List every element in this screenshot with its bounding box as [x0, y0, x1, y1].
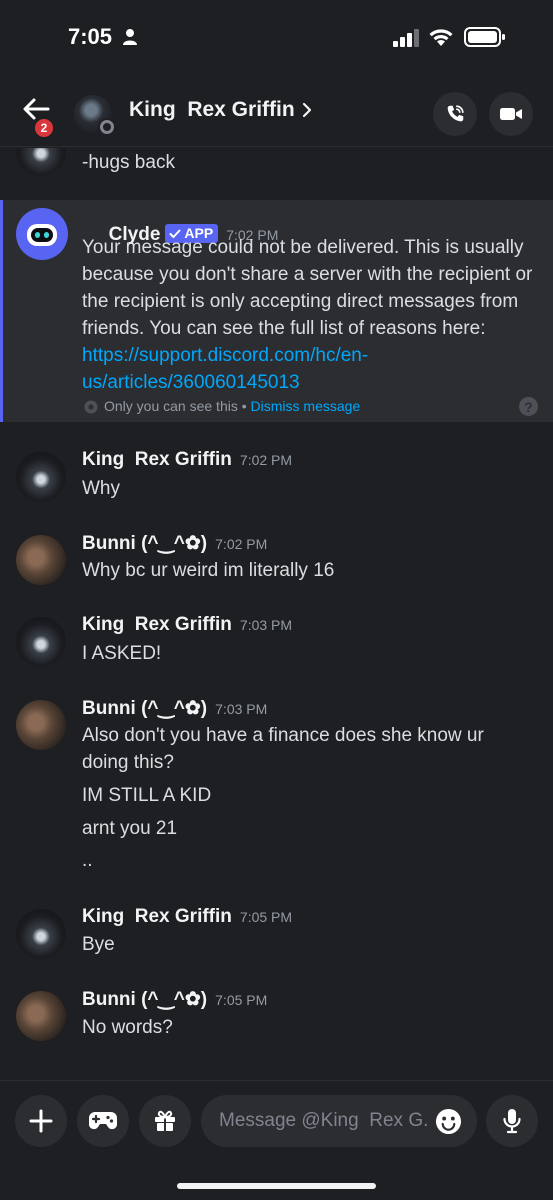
- support-link[interactable]: https://support.discord.com/hc/en-us/art…: [82, 345, 368, 393]
- gift-button[interactable]: [139, 1095, 191, 1147]
- person-icon: [123, 29, 137, 45]
- message-text: ..: [82, 850, 93, 871]
- message-timestamp: 7:03 PM: [239, 617, 293, 633]
- chat-header: 2 King Rex Griffin: [0, 75, 553, 147]
- message-text: Also don't you have a finance does she k…: [82, 725, 484, 746]
- video-call-button[interactable]: [489, 92, 533, 136]
- wifi-icon: [429, 29, 453, 46]
- ephemeral-notice: Only you can see this • Dismiss message: [82, 398, 360, 414]
- message-timestamp: 7:03 PM: [215, 701, 268, 717]
- clyde-avatar: [16, 208, 68, 260]
- robot-icon: [27, 224, 57, 246]
- gamepad-icon: [89, 1112, 117, 1130]
- message-list[interactable]: -hugs back Clyde APP 7:02 PM Your message …: [0, 148, 553, 1080]
- message-text: I ASKED!: [82, 643, 162, 664]
- status-bar: 7:05: [0, 0, 553, 75]
- add-attachment-button[interactable]: [15, 1095, 67, 1147]
- message-composer: [0, 1080, 553, 1200]
- message-text: arnt you 21: [82, 818, 178, 839]
- home-indicator[interactable]: [177, 1183, 376, 1189]
- help-icon[interactable]: ?: [519, 397, 538, 416]
- message-author[interactable]: King Rex Griffin: [82, 906, 232, 927]
- message-author[interactable]: Bunni (^‿^✿): [82, 989, 207, 1010]
- avatar[interactable]: [16, 909, 66, 959]
- message-timestamp: 7:05 PM: [215, 992, 268, 1008]
- message-author[interactable]: King Rex Griffin: [82, 614, 232, 635]
- eye-icon: [84, 400, 98, 414]
- message-input[interactable]: [219, 1095, 429, 1147]
- avatar[interactable]: [16, 535, 66, 585]
- message-timestamp: 7:02 PM: [239, 452, 293, 468]
- unread-badge: 2: [33, 117, 55, 139]
- message-text: IM STILL A KID: [82, 785, 212, 806]
- message-text: No words?: [82, 1017, 173, 1038]
- avatar[interactable]: [16, 452, 66, 502]
- gift-icon: [155, 1110, 175, 1131]
- voice-call-button[interactable]: [433, 92, 477, 136]
- plus-icon: [29, 1109, 53, 1133]
- dismiss-message-link[interactable]: Dismiss message: [251, 398, 361, 414]
- message-author[interactable]: Bunni (^‿^✿): [82, 533, 207, 554]
- message-text: doing this?: [82, 752, 174, 773]
- system-message: Clyde APP 7:02 PM Your message could not b…: [0, 200, 553, 422]
- phone-icon: [447, 105, 464, 122]
- avatar[interactable]: [16, 991, 66, 1041]
- avatar[interactable]: [16, 148, 66, 176]
- voice-message-button[interactable]: [486, 1095, 538, 1147]
- message-text: Why: [82, 478, 120, 499]
- message-timestamp: 7:05 PM: [239, 909, 293, 925]
- message-timestamp: 7:02 PM: [215, 536, 268, 552]
- video-camera-icon: [500, 108, 522, 120]
- separator: •: [237, 398, 251, 414]
- message-author[interactable]: Bunni (^‿^✿): [82, 698, 207, 719]
- battery-icon: [464, 27, 505, 47]
- chevron-right-icon[interactable]: [302, 102, 312, 118]
- status-time: 7:05: [68, 24, 113, 49]
- message-author[interactable]: King Rex Griffin: [82, 449, 232, 470]
- cellular-signal-icon: [393, 29, 419, 47]
- activities-button[interactable]: [77, 1095, 129, 1147]
- message-text: Why bc ur weird im literally 16: [82, 560, 335, 581]
- message-text: Bye: [82, 934, 115, 955]
- page-title[interactable]: King Rex Griffin: [129, 98, 295, 122]
- message-body: Your message could not be delivered. Thi…: [82, 237, 533, 339]
- offline-status-icon: [100, 120, 114, 134]
- only-you-label: Only you can see this: [104, 398, 238, 414]
- microphone-icon: [503, 1109, 521, 1134]
- message-text: Your message could not be delivered. Thi…: [82, 234, 542, 396]
- avatar[interactable]: [16, 617, 66, 667]
- avatar[interactable]: [16, 700, 66, 750]
- message-text: -hugs back: [82, 152, 175, 173]
- message-input-wrapper[interactable]: [201, 1095, 477, 1147]
- emoji-icon[interactable]: [435, 1108, 462, 1135]
